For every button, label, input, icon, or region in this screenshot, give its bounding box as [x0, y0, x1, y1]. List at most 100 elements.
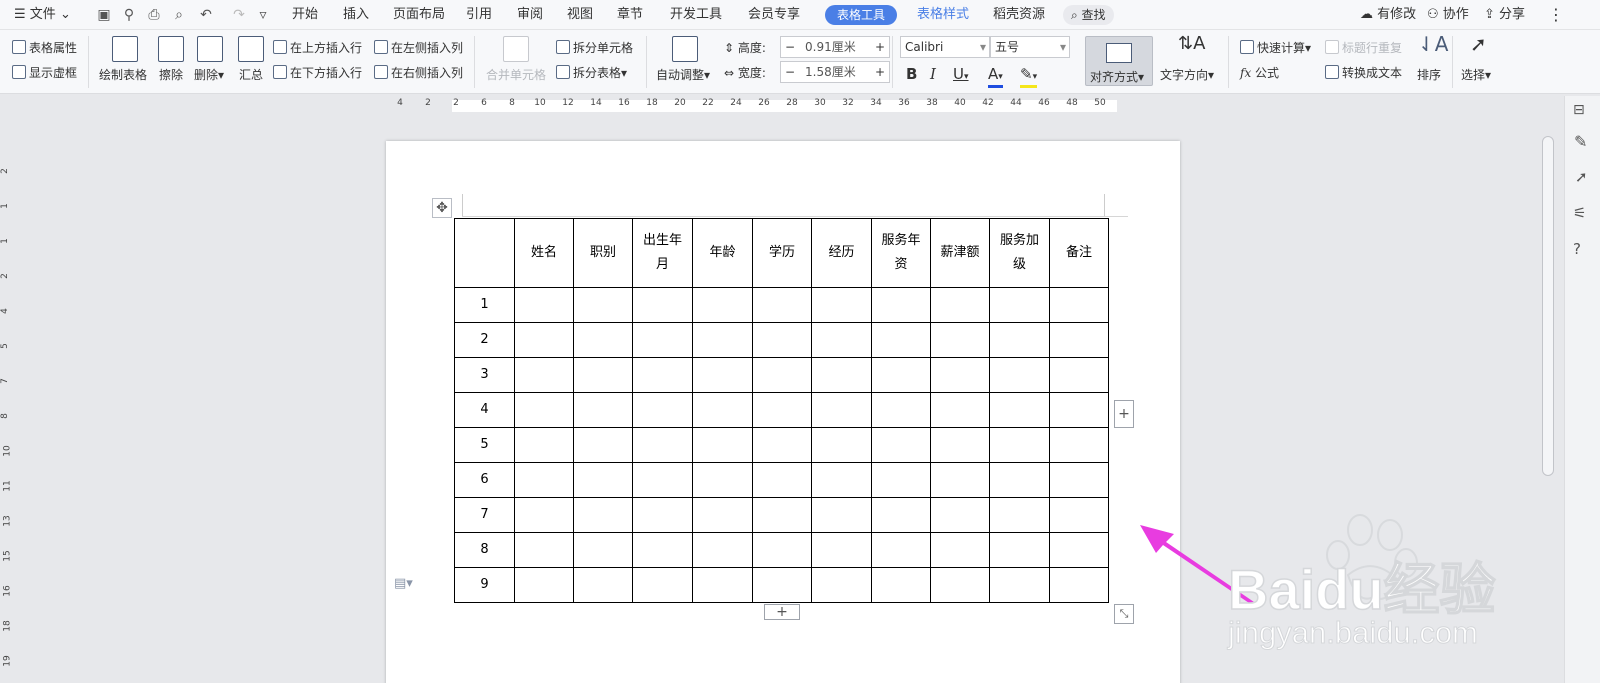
table-cell[interactable] [573, 392, 633, 428]
table-cell[interactable] [871, 462, 931, 498]
table-cell[interactable] [811, 462, 872, 498]
table-move-handle[interactable]: ✥ [432, 198, 452, 218]
table-cell[interactable] [514, 392, 574, 428]
table-cell[interactable] [514, 322, 574, 358]
table-cell[interactable] [692, 497, 753, 533]
table-cell[interactable] [871, 497, 931, 533]
table-cell[interactable] [989, 532, 1050, 568]
tab-chapter[interactable]: 章节 [617, 0, 643, 30]
table-cell[interactable] [514, 497, 574, 533]
table-cell[interactable] [573, 532, 633, 568]
table-cell[interactable] [632, 392, 693, 428]
table-cell[interactable] [811, 287, 872, 323]
repeat-header-button[interactable]: 标题行重复 [1325, 40, 1402, 56]
search-box[interactable]: ⌕ 查找 [1063, 5, 1114, 25]
header-cell-salary[interactable]: 薪津额 [930, 218, 990, 288]
print-preview-icon[interactable]: ⌕ [170, 7, 188, 23]
header-cell-name[interactable]: 姓名 [514, 218, 574, 288]
table-cell[interactable] [989, 427, 1050, 463]
align-button[interactable]: 对齐方式▾ [1085, 36, 1153, 86]
table-cell[interactable] [752, 462, 812, 498]
table-cell[interactable] [692, 567, 753, 603]
width-decrement-button[interactable]: − [785, 62, 795, 82]
table-cell[interactable] [573, 567, 633, 603]
horizontal-ruler[interactable]: 4 2 2 6 8 10 12 14 16 18 20 22 24 26 28 30 32 34 36 38 40 42 4… [0, 94, 1600, 116]
table-cell[interactable] [989, 462, 1050, 498]
more-options-icon[interactable]: ⋮ [1548, 0, 1564, 30]
tab-table-style[interactable]: 表格样式 [917, 0, 969, 30]
add-column-button[interactable]: + [1114, 400, 1134, 428]
table-cell[interactable] [871, 532, 931, 568]
table-properties-button[interactable]: 表格属性 [12, 40, 77, 56]
table-cell[interactable] [930, 357, 990, 393]
table-cell[interactable] [692, 322, 753, 358]
table-cell[interactable] [811, 357, 872, 393]
table-cell[interactable] [1049, 357, 1109, 393]
header-cell-age[interactable]: 年龄 [692, 218, 753, 288]
tab-developer[interactable]: 开发工具 [670, 0, 722, 30]
table-cell[interactable] [632, 462, 693, 498]
table-cell[interactable] [573, 322, 633, 358]
font-size-select[interactable]: 五号 ▾ [990, 36, 1070, 58]
header-cell-remarks[interactable]: 备注 [1049, 218, 1109, 288]
split-cells-button[interactable]: 拆分单元格 [556, 40, 633, 56]
collaborate-button[interactable]: ⚇ 协作 [1427, 0, 1469, 30]
table-cell[interactable] [1049, 567, 1109, 603]
table-cell[interactable] [573, 287, 633, 323]
row-number-cell[interactable]: 5 [454, 427, 515, 463]
table-cell[interactable] [752, 392, 812, 428]
table-cell[interactable] [752, 287, 812, 323]
header-cell-birth-date[interactable]: 出生年月 [632, 218, 693, 288]
table-cell[interactable] [989, 322, 1050, 358]
width-increment-button[interactable]: + [875, 62, 885, 82]
edit-pen-icon[interactable]: ✎ [1574, 132, 1587, 151]
table-cell[interactable] [1049, 392, 1109, 428]
table-cell[interactable] [752, 567, 812, 603]
table-cell[interactable] [930, 287, 990, 323]
header-cell-service-grade[interactable]: 服务加级 [989, 218, 1050, 288]
table-cell[interactable] [871, 392, 931, 428]
width-value[interactable]: 1.58厘米 [805, 62, 856, 82]
row-number-cell[interactable]: 1 [454, 287, 515, 323]
help-icon[interactable]: ? [1573, 240, 1581, 258]
table-cell[interactable] [811, 427, 872, 463]
table-cell[interactable] [752, 427, 812, 463]
table-cell[interactable] [692, 427, 753, 463]
header-cell-seniority[interactable]: 服务年资 [871, 218, 931, 288]
table-cell[interactable] [573, 427, 633, 463]
show-gridlines-button[interactable]: 显示虚框 [12, 65, 77, 81]
vertical-scrollbar[interactable] [1542, 136, 1554, 476]
table-cell[interactable] [692, 392, 753, 428]
customize-quick-access-icon[interactable]: ▿ [254, 7, 272, 23]
table-cell[interactable] [752, 497, 812, 533]
text-direction-button[interactable]: 文字方向▾ [1160, 67, 1214, 83]
table-cell[interactable] [989, 287, 1050, 323]
table-cell[interactable] [692, 357, 753, 393]
height-value[interactable]: 0.91厘米 [805, 37, 856, 57]
table-cell[interactable] [632, 567, 693, 603]
table-cell[interactable] [811, 532, 872, 568]
tab-page-layout[interactable]: 页面布局 [393, 0, 445, 30]
vertical-ruler[interactable]: 2 1 1 2 4 5 7 8 10 11 13 15 16 18 19 [0, 116, 16, 683]
file-menu[interactable]: ☰ 文件 ⌄ [14, 0, 71, 30]
height-increment-button[interactable]: + [875, 37, 885, 57]
print-icon[interactable]: ⎙ [145, 7, 163, 23]
table-cell[interactable] [692, 532, 753, 568]
table-cell[interactable] [871, 567, 931, 603]
underline-icon[interactable]: U▾ [953, 66, 969, 85]
quick-calc-button[interactable]: 快速计算▾ [1240, 40, 1311, 56]
table-cell[interactable] [514, 287, 574, 323]
table-cell[interactable] [632, 532, 693, 568]
tab-membership[interactable]: 会员专享 [748, 0, 800, 30]
row-number-cell[interactable]: 4 [454, 392, 515, 428]
table-cell[interactable] [989, 497, 1050, 533]
tab-insert[interactable]: 插入 [343, 0, 369, 30]
redo-icon[interactable]: ↷ [230, 7, 248, 23]
table-cell[interactable] [573, 497, 633, 533]
table-cell[interactable] [930, 427, 990, 463]
font-name-select[interactable]: Calibri ▾ [900, 36, 990, 58]
save-icon[interactable]: ▣ [95, 7, 113, 23]
table-cell[interactable] [692, 462, 753, 498]
table-cell[interactable] [514, 532, 574, 568]
table-cell[interactable] [930, 322, 990, 358]
